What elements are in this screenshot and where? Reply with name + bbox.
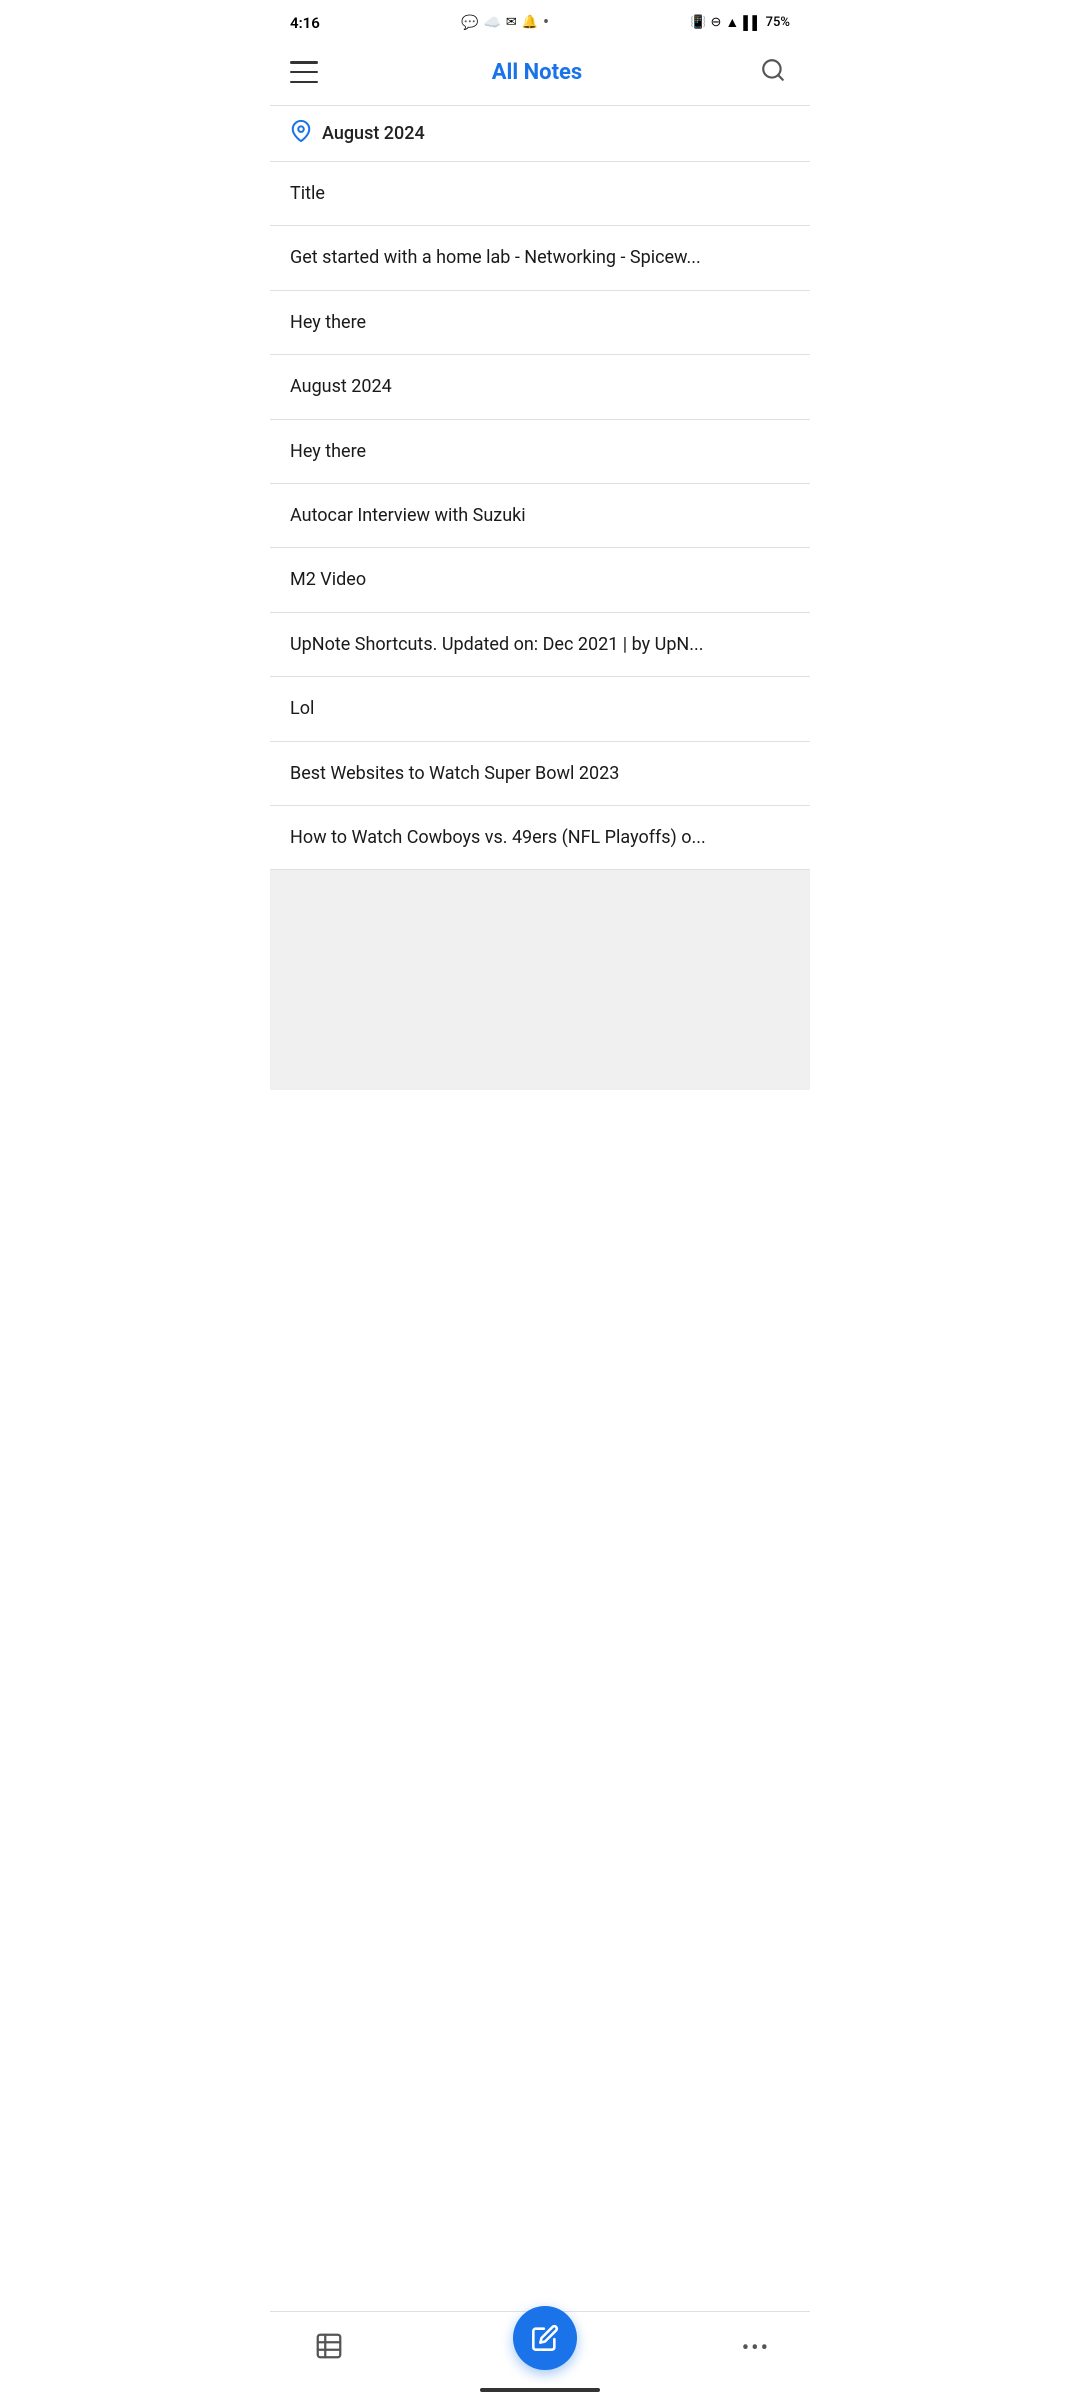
note-title: Get started with a home lab - Networking… xyxy=(290,247,701,268)
list-item[interactable]: Best Websites to Watch Super Bowl 2023 xyxy=(270,742,810,806)
dnd-icon: ⊖ xyxy=(710,15,721,30)
home-indicator xyxy=(480,2388,600,2392)
list-item[interactable]: How to Watch Cowboys vs. 49ers (NFL Play… xyxy=(270,806,810,870)
list-item[interactable]: M2 Video xyxy=(270,548,810,612)
note-title: UpNote Shortcuts. Updated on: Dec 2021 |… xyxy=(290,634,704,655)
note-title: How to Watch Cowboys vs. 49ers (NFL Play… xyxy=(290,827,706,848)
note-title: Autocar Interview with Suzuki xyxy=(290,505,526,526)
bottom-navigation: ••• xyxy=(270,2311,810,2400)
empty-bottom-area xyxy=(270,870,810,1090)
status-icons: 💬 ☁️ ✉ 🔔 • xyxy=(461,12,549,33)
app-header: All Notes xyxy=(270,41,810,106)
new-note-button[interactable] xyxy=(513,2306,577,2370)
note-title: Hey there xyxy=(290,441,366,462)
note-title: M2 Video xyxy=(290,569,366,590)
battery-percentage: 75% xyxy=(766,15,790,30)
list-item[interactable]: Autocar Interview with Suzuki xyxy=(270,484,810,548)
search-icon xyxy=(760,57,786,83)
hamburger-line-2 xyxy=(290,71,318,74)
note-title: August 2024 xyxy=(290,376,392,397)
signal-icon: ▌▌ xyxy=(743,15,761,31)
list-item[interactable]: August 2024 xyxy=(270,355,810,419)
pinned-label: August 2024 xyxy=(322,123,425,144)
notes-list: Title Get started with a home lab - Netwo… xyxy=(270,162,810,870)
vibrate-icon: 📳 xyxy=(690,15,706,30)
menu-button[interactable] xyxy=(290,61,318,83)
hamburger-line-1 xyxy=(290,61,318,64)
note-title: Hey there xyxy=(290,312,366,333)
mail-icon: ✉ xyxy=(506,15,517,30)
list-item[interactable]: Hey there xyxy=(270,291,810,355)
status-right: 📳 ⊖ ▲ ▌▌ 75% xyxy=(690,14,790,31)
dot-indicator: • xyxy=(543,12,549,33)
note-title: Best Websites to Watch Super Bowl 2023 xyxy=(290,763,619,784)
pinned-section: August 2024 xyxy=(270,106,810,162)
notebook-button[interactable] xyxy=(310,2327,348,2369)
list-item[interactable]: Get started with a home lab - Networking… xyxy=(270,226,810,290)
pin-icon xyxy=(290,120,312,147)
edit-icon xyxy=(531,2324,559,2352)
whatsapp-icon: 💬 xyxy=(461,15,478,31)
notification-icon: 🔔 xyxy=(522,15,538,30)
list-item[interactable]: Lol xyxy=(270,677,810,741)
page-title: All Notes xyxy=(492,60,582,85)
list-item[interactable]: UpNote Shortcuts. Updated on: Dec 2021 |… xyxy=(270,613,810,677)
hamburger-line-3 xyxy=(290,81,318,84)
status-time: 4:16 xyxy=(290,14,320,32)
notebook-icon xyxy=(314,2331,344,2361)
wifi-icon: ▲ xyxy=(725,14,739,31)
list-item[interactable]: Hey there xyxy=(270,420,810,484)
search-button[interactable] xyxy=(756,53,790,91)
more-options-button[interactable]: ••• xyxy=(742,2336,770,2361)
cloud-icon: ☁️ xyxy=(483,15,500,31)
note-title: Title xyxy=(290,183,325,204)
status-bar: 4:16 💬 ☁️ ✉ 🔔 • 📳 ⊖ ▲ ▌▌ 75% xyxy=(270,0,810,41)
note-title: Lol xyxy=(290,698,314,719)
list-item[interactable]: Title xyxy=(270,162,810,226)
